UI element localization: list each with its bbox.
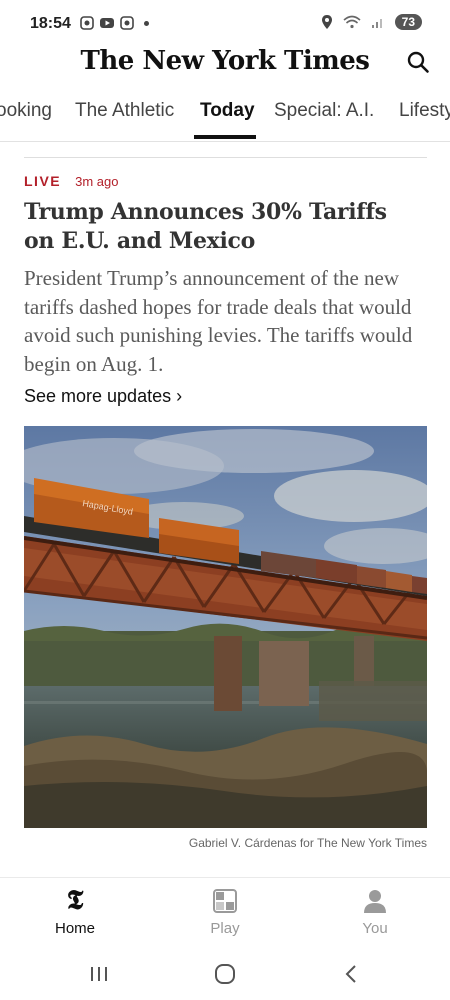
- live-status: LIVE 3m ago: [24, 173, 119, 189]
- masthead: The New York Times: [0, 42, 450, 84]
- section-tabs: ooking The Athletic Today Special: A.I. …: [0, 90, 450, 142]
- nav-you[interactable]: You: [330, 886, 420, 937]
- article-divider: [24, 157, 427, 158]
- tab-lifestyle[interactable]: Lifesty: [399, 100, 450, 122]
- active-tab-indicator: [194, 135, 256, 139]
- nav-play-label: Play: [210, 920, 240, 937]
- status-bar: 18:54 73: [0, 0, 450, 48]
- article-photo[interactable]: Hapag-Lloyd: [24, 426, 427, 828]
- article-headline[interactable]: Trump Announces 30% Tariffs on E.U. and …: [24, 198, 424, 256]
- nav-play[interactable]: Play: [180, 886, 270, 937]
- nyt-logo[interactable]: The New York Times: [0, 46, 450, 76]
- home-system-button[interactable]: [210, 962, 240, 986]
- bottom-nav: 𝕿 Home Play You: [0, 877, 450, 947]
- system-status-icons: 73: [321, 14, 422, 30]
- recent-apps-button[interactable]: [84, 962, 114, 986]
- see-more-updates-link[interactable]: See more updates ›: [24, 386, 182, 407]
- tab-today[interactable]: Today: [200, 100, 255, 122]
- train-bridge-photo: Hapag-Lloyd: [24, 426, 427, 828]
- back-system-button[interactable]: [336, 962, 366, 986]
- time-ago: 3m ago: [75, 174, 119, 189]
- wifi-icon: [343, 15, 361, 29]
- person-icon: [330, 886, 420, 916]
- system-nav-bar: [0, 948, 450, 1000]
- signal-icon: [371, 19, 382, 28]
- app-notification-icon: [120, 16, 134, 30]
- tab-special-ai[interactable]: Special: A.I.: [274, 100, 374, 122]
- notification-icons: [80, 16, 149, 30]
- nav-home[interactable]: 𝕿 Home: [30, 885, 120, 938]
- live-badge: LIVE: [24, 173, 62, 189]
- nav-you-label: You: [362, 920, 388, 937]
- recent-apps-icon: [91, 967, 107, 981]
- search-icon[interactable]: [406, 50, 430, 74]
- tab-cooking[interactable]: ooking: [0, 100, 52, 122]
- photo-credit: Gabriel V. Cárdenas for The New York Tim…: [188, 836, 427, 850]
- back-chevron-icon: [345, 965, 356, 983]
- app-notification-icon: [80, 16, 94, 30]
- nav-home-label: Home: [54, 920, 95, 937]
- tabs-divider: [0, 141, 450, 142]
- nyt-t-icon: 𝕿: [66, 885, 84, 916]
- youtube-icon: [100, 18, 114, 28]
- more-notifications-dot: [144, 20, 149, 26]
- location-icon: [321, 15, 332, 29]
- battery-indicator: 73: [394, 14, 422, 30]
- tab-the-athletic[interactable]: The Athletic: [75, 100, 174, 122]
- article-summary[interactable]: President Trump’s announcement of the ne…: [24, 264, 430, 378]
- games-grid-icon: [180, 886, 270, 916]
- home-circle-icon: [215, 964, 235, 984]
- status-time: 18:54: [30, 15, 71, 32]
